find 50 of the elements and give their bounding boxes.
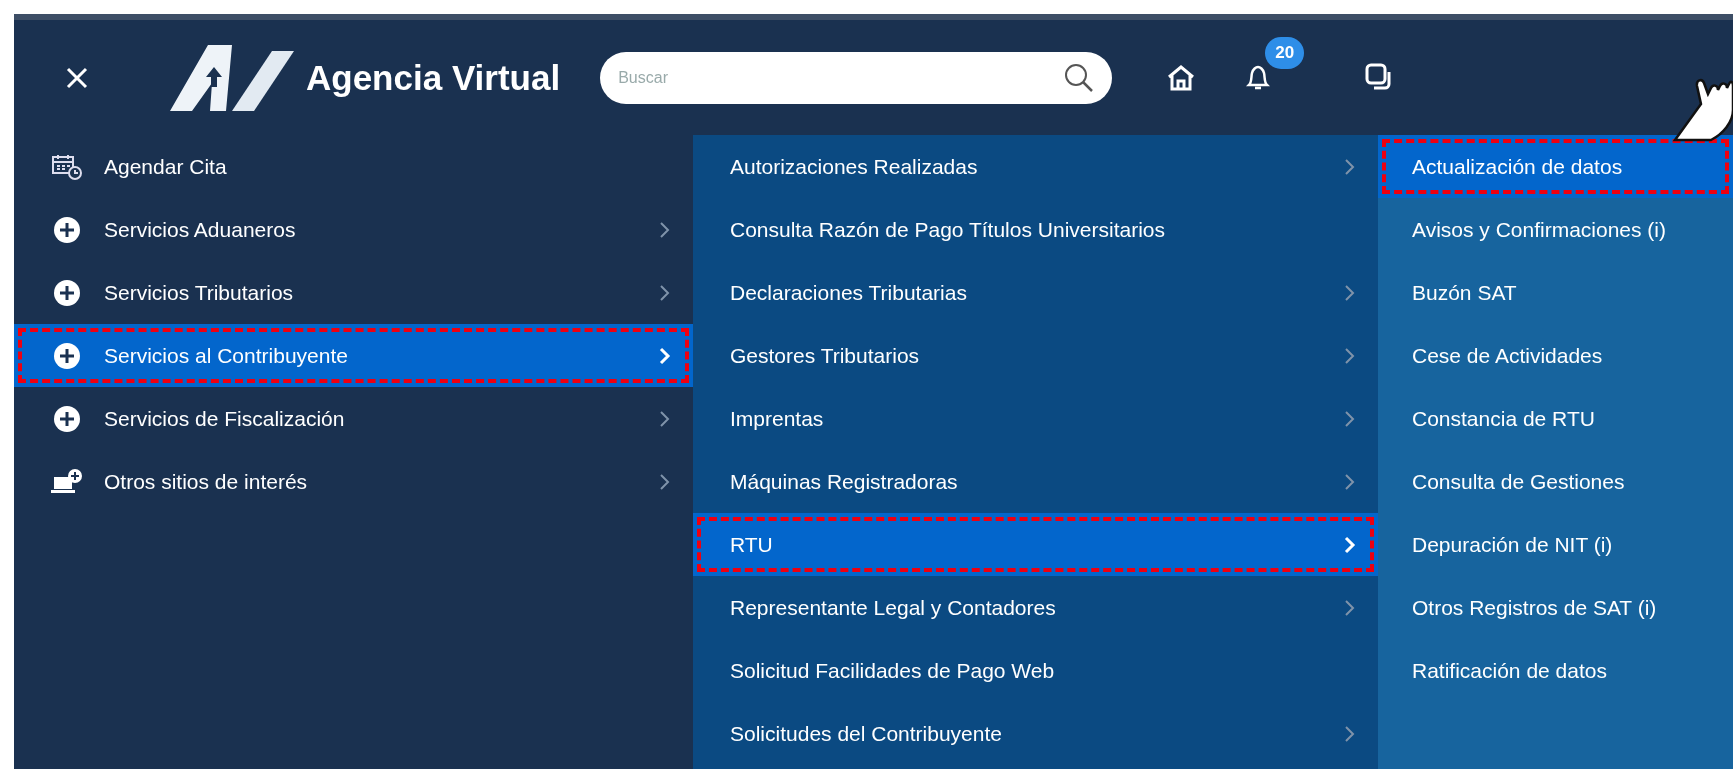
chevron-right-icon [1344, 409, 1356, 428]
plus-circle-icon [53, 278, 81, 307]
menu-item[interactable]: Servicios al Contribuyente [14, 324, 693, 387]
menu-item[interactable]: Gestores Tributarios [693, 324, 1378, 387]
plus-circle-icon [53, 215, 81, 244]
chevron-right-icon [1344, 535, 1356, 554]
menu-item[interactable]: Servicios Tributarios [14, 261, 693, 324]
menu-item[interactable]: Buzón SAT [1378, 261, 1733, 324]
search-field[interactable]: Buscar [600, 51, 1113, 104]
menu-item[interactable]: Avisos y Confirmaciones (i) [1378, 198, 1733, 261]
chevron-right-icon [1344, 283, 1356, 302]
menu-item[interactable]: Ratificación de datos [1378, 639, 1733, 702]
menu-item[interactable]: Solicitudes del Contribuyente [693, 702, 1378, 765]
menu-item[interactable]: Servicios de Fiscalización [14, 387, 693, 450]
menu-item[interactable]: Autorizaciones Realizadas [693, 135, 1378, 198]
calendar-clock-icon [51, 153, 83, 180]
chevron-right-icon [659, 346, 671, 365]
menu-item[interactable]: Constancia de RTU [1378, 387, 1733, 450]
chevron-right-icon [1344, 157, 1356, 176]
menu-item[interactable]: Otros Registros de SAT (i) [1378, 576, 1733, 639]
menu-item[interactable]: Solicitud Facilidades de Pago Web [693, 639, 1378, 702]
notification-count: 20 [1265, 36, 1305, 69]
menu-item[interactable]: Depuración de NIT (i) [1378, 513, 1733, 576]
plus-circle-icon [53, 341, 81, 370]
menu-item[interactable]: Agendar Cita [14, 135, 693, 198]
chevron-right-icon [659, 220, 671, 239]
chevron-right-icon [1344, 724, 1356, 743]
menu-item[interactable]: Consulta Razón de Pago Títulos Universitarios [693, 198, 1378, 261]
menu-item[interactable]: Imprentas [693, 387, 1378, 450]
app-title: Agencia Virtual [306, 57, 561, 98]
chevron-right-icon [1344, 598, 1356, 617]
chevron-right-icon [1344, 346, 1356, 365]
laptop-plus-icon [51, 468, 83, 495]
chevron-right-icon [1344, 472, 1356, 491]
chevron-right-icon [659, 283, 671, 302]
menu-item[interactable]: Declaraciones Tributarias [693, 261, 1378, 324]
chevron-right-icon [659, 409, 671, 428]
home-icon[interactable] [1167, 64, 1196, 91]
logo-icon [170, 42, 294, 113]
menu-item[interactable]: Servicios Aduaneros [14, 198, 693, 261]
chevron-right-icon [659, 472, 671, 491]
menu-item[interactable]: Cese de Actividades [1378, 324, 1733, 387]
menu-item[interactable]: RTU [693, 513, 1378, 576]
menu-item[interactable]: Máquinas Registradoras [693, 450, 1378, 513]
search-icon [1064, 62, 1095, 93]
menu-item[interactable]: Otros sitios de interés [14, 450, 693, 513]
menu-item[interactable]: Consulta de Gestiones [1378, 450, 1733, 513]
menu-item[interactable]: Representante Legal y Contadores [693, 576, 1378, 639]
plus-circle-icon [53, 404, 81, 433]
menu-item[interactable]: Actualización de datos [1378, 135, 1733, 198]
